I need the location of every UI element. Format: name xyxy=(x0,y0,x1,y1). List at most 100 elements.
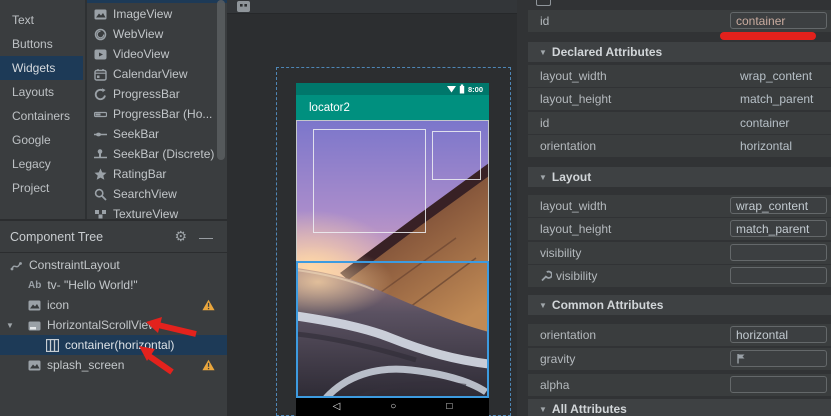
gravity-input[interactable] xyxy=(730,350,827,367)
panel-toolbar-icon xyxy=(536,0,551,6)
chevron-down-icon: ▼ xyxy=(539,48,547,57)
design-surface[interactable]: 8:00 locator2 xyxy=(227,0,518,416)
palette-item-label: VideoView xyxy=(113,47,169,61)
palette-item-label: SeekBar (Discrete) xyxy=(113,147,214,161)
component-tree-title: Component Tree xyxy=(10,230,103,244)
wifi-icon xyxy=(447,86,456,93)
tree-item-label: ConstraintLayout xyxy=(29,258,120,272)
palette-category-google[interactable]: Google xyxy=(0,128,83,152)
palette-category-containers[interactable]: Containers xyxy=(0,104,83,128)
palette-item-seekbar-discrete[interactable]: SeekBar (Discrete) xyxy=(87,144,227,164)
palette-item-label: SeekBar xyxy=(113,127,159,141)
attr-value: wrap_content xyxy=(740,69,812,83)
chevron-expanded-icon[interactable]: ▼ xyxy=(6,321,14,330)
tree-item-splash-screen[interactable]: splash_screen xyxy=(0,355,227,375)
section-layout[interactable]: ▼ Layout xyxy=(528,167,831,187)
palette-item-progressbar-horizontal[interactable]: ProgressBar (Ho... xyxy=(87,104,227,124)
palette-item-imageview[interactable]: ImageView xyxy=(87,4,227,24)
palette-item-textureview[interactable]: TextureView xyxy=(87,204,227,219)
palette-item-searchview[interactable]: SearchView xyxy=(87,184,227,204)
attr-row: layout_width wrap_content xyxy=(528,65,831,87)
attr-row: id container xyxy=(528,112,831,134)
layout-width-input[interactable]: wrap_content xyxy=(730,197,827,214)
wrench-icon xyxy=(540,270,552,282)
seekbar-discrete-icon xyxy=(94,148,107,161)
palette-category-buttons[interactable]: Buttons xyxy=(0,32,83,56)
palette-item-seekbar[interactable]: SeekBar xyxy=(87,124,227,144)
view-bounds-small[interactable] xyxy=(432,131,481,180)
id-input[interactable]: container xyxy=(730,12,827,29)
attr-row: orientation horizontal xyxy=(528,324,831,346)
textview-icon: Ab xyxy=(28,280,41,291)
warning-icon xyxy=(202,359,215,374)
design-toolbar-strip xyxy=(227,0,517,14)
imageview-icon xyxy=(28,299,41,312)
tree-item-textview[interactable]: Ab tv- "Hello World!" xyxy=(0,275,227,295)
tools-visibility-input[interactable] xyxy=(730,267,827,284)
recents-icon[interactable]: □ xyxy=(446,398,452,416)
attr-value: match_parent xyxy=(740,92,813,106)
palette-category-widgets[interactable]: Widgets xyxy=(0,56,83,80)
tree-item-icon[interactable]: icon xyxy=(0,295,227,315)
attr-row-id: id container xyxy=(528,10,831,32)
visibility-input[interactable] xyxy=(730,244,827,261)
gear-icon[interactable]: ⚙ xyxy=(174,228,187,245)
left-panel: Text Buttons Widgets Layouts Containers … xyxy=(0,0,227,416)
home-icon[interactable]: ○ xyxy=(390,398,396,416)
wallpaper-image[interactable] xyxy=(296,120,489,398)
palette-category-project[interactable]: Project xyxy=(0,176,83,200)
tree-item-label: splash_screen xyxy=(47,358,124,372)
palette-item-ratingbar[interactable]: RatingBar xyxy=(87,164,227,184)
progressbar-icon xyxy=(94,88,107,101)
palette-item-label: CalendarView xyxy=(113,67,188,81)
palette-item-label: TextureView xyxy=(113,207,178,219)
component-tree-panel: Component Tree ⚙ — ConstraintLayout Ab t… xyxy=(0,219,227,416)
palette-item-progressbar[interactable]: ProgressBar xyxy=(87,84,227,104)
palette-item-videoview[interactable]: VideoView xyxy=(87,44,227,64)
webview-icon xyxy=(94,28,107,41)
orientation-input[interactable]: horizontal xyxy=(730,326,827,343)
palette-category-layouts[interactable]: Layouts xyxy=(0,80,83,104)
attr-row: layout_height match_parent xyxy=(528,88,831,110)
tree-item-label: container(horizontal) xyxy=(65,338,174,352)
status-time: 8:00 xyxy=(468,85,483,94)
flag-icon xyxy=(736,353,746,364)
attr-value: container xyxy=(740,116,789,130)
section-declared-attributes[interactable]: ▼ Declared Attributes xyxy=(528,42,831,62)
ratingbar-icon xyxy=(94,168,107,181)
view-bounds-large[interactable] xyxy=(313,129,426,233)
palette-item-webview[interactable]: WebView xyxy=(87,24,227,44)
chevron-down-icon: ▼ xyxy=(539,173,547,182)
palette-scrollbar[interactable] xyxy=(217,0,225,160)
device-icon[interactable] xyxy=(236,0,251,13)
alpha-input[interactable] xyxy=(730,376,827,393)
warning-icon xyxy=(202,299,215,314)
status-bar: 8:00 xyxy=(296,83,489,95)
tree-item-horizontalscrollview[interactable]: ▼ HorizontalScrollView xyxy=(0,315,227,335)
navigation-bar: ◁ ○ □ xyxy=(296,398,489,416)
device-preview[interactable]: 8:00 locator2 xyxy=(296,83,489,416)
tree-item-constraintlayout[interactable]: ConstraintLayout xyxy=(0,255,227,275)
palette-item-label: RatingBar xyxy=(113,167,166,181)
tree-item-label: tv- "Hello World!" xyxy=(47,278,137,292)
back-icon[interactable]: ◁ xyxy=(333,398,341,416)
palette-category-text[interactable]: Text xyxy=(0,8,83,32)
palette-item-calendarview[interactable]: CalendarView xyxy=(87,64,227,84)
palette-category-legacy[interactable]: Legacy xyxy=(0,152,83,176)
palette-item-label: ProgressBar xyxy=(113,87,180,101)
palette-item-label: ImageView xyxy=(113,7,172,21)
attr-label: id xyxy=(540,14,549,28)
section-common-attributes[interactable]: ▼ Common Attributes xyxy=(528,295,831,315)
android-studio-layout-editor: Text Buttons Widgets Layouts Containers … xyxy=(0,0,831,416)
searchview-icon xyxy=(94,188,107,201)
red-underline-annotation xyxy=(720,32,816,40)
minimize-icon[interactable]: — xyxy=(199,229,213,245)
selected-container-bounds[interactable] xyxy=(296,261,489,398)
section-all-attributes[interactable]: ▼ All Attributes xyxy=(528,399,831,416)
layout-height-input[interactable]: match_parent xyxy=(730,220,827,237)
palette-categories: Text Buttons Widgets Layouts Containers … xyxy=(0,0,83,219)
tree-item-container-horizontal[interactable]: container(horizontal) xyxy=(0,335,227,355)
component-tree-header: Component Tree ⚙ — xyxy=(0,221,227,253)
palette-item-label: ProgressBar (Ho... xyxy=(113,107,212,121)
attr-row: orientation horizontal xyxy=(528,135,831,157)
